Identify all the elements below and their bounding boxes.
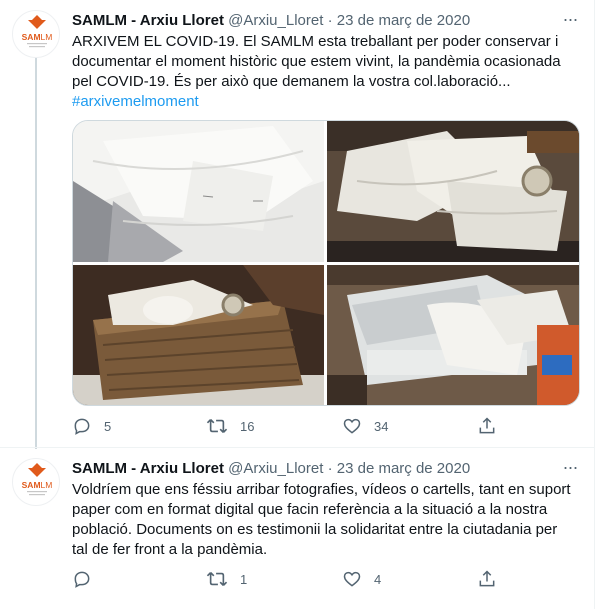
tweet[interactable]: SAMLM SAMLM - Arxiu Lloret @Arxiu_Lloret… bbox=[0, 0, 594, 447]
separator-dot: · bbox=[327, 460, 333, 477]
photo-masks-basket[interactable] bbox=[327, 121, 579, 262]
avatar[interactable]: SAMLM bbox=[12, 458, 60, 506]
share-icon bbox=[479, 570, 495, 587]
share-button[interactable] bbox=[477, 568, 497, 590]
share-icon bbox=[479, 417, 495, 434]
tweet-text-line: pel COVID-19. És per això que demanem la… bbox=[72, 73, 511, 90]
tweet-text-line: població. Documents on es testimonii la … bbox=[72, 521, 558, 538]
photo-wicker-basket[interactable] bbox=[73, 265, 324, 405]
author-name[interactable]: SAMLM - Arxiu Lloret bbox=[72, 12, 224, 29]
tweet-text-line: paper com en format digital que facin re… bbox=[72, 501, 548, 518]
tweet-actions: 5 16 34 bbox=[72, 415, 512, 437]
samlm-logo: SAMLM bbox=[22, 463, 53, 496]
hashtag-link[interactable]: #arxivemelmoment bbox=[72, 92, 577, 112]
retweet-icon bbox=[206, 572, 228, 586]
retweet-button[interactable]: 1 bbox=[206, 568, 247, 590]
tweet-date[interactable]: 23 de març de 2020 bbox=[337, 12, 470, 29]
tweet-text-line: Voldríem que ens féssiu arribar fotograf… bbox=[72, 481, 571, 498]
tweet-text-line: tal de fer front a la pandèmia. bbox=[72, 541, 268, 558]
retweet-count: 16 bbox=[240, 418, 255, 434]
samlm-logo: SAMLM bbox=[22, 15, 53, 48]
photo-fabric-closeup[interactable] bbox=[73, 121, 324, 262]
like-count: 4 bbox=[374, 571, 382, 587]
retweet-button[interactable]: 16 bbox=[206, 415, 254, 437]
like-icon bbox=[343, 418, 361, 434]
avatar[interactable]: SAMLM bbox=[12, 10, 60, 58]
reply-button[interactable] bbox=[72, 568, 104, 590]
svg-text:SAMLM: SAMLM bbox=[22, 32, 53, 42]
tweet[interactable]: SAMLM SAMLM - Arxiu Lloret @Arxiu_Lloret… bbox=[0, 448, 594, 609]
tweet-text-line: ARXIVEM EL COVID-19. El SAMLM esta treba… bbox=[72, 33, 559, 50]
reply-icon bbox=[74, 418, 90, 435]
author-name[interactable]: SAMLM - Arxiu Lloret bbox=[72, 460, 224, 477]
reply-button[interactable]: 5 bbox=[72, 415, 111, 437]
share-button[interactable] bbox=[477, 415, 497, 437]
like-button[interactable]: 4 bbox=[342, 568, 381, 590]
tweet-date[interactable]: 23 de març de 2020 bbox=[337, 460, 470, 477]
like-count: 34 bbox=[374, 418, 389, 434]
author-handle[interactable]: @Arxiu_Lloret bbox=[228, 12, 323, 29]
author-handle[interactable]: @Arxiu_Lloret bbox=[228, 460, 323, 477]
more-icon[interactable]: ··· bbox=[560, 458, 580, 481]
like-icon bbox=[343, 571, 361, 587]
tweet-media-grid[interactable] bbox=[72, 120, 580, 406]
more-icon[interactable]: ··· bbox=[560, 10, 580, 33]
tweet-text: ARXIVEM EL COVID-19. El SAMLM esta treba… bbox=[72, 32, 577, 112]
retweet-icon bbox=[206, 419, 228, 433]
tweet-header: SAMLM - Arxiu Lloret @Arxiu_Lloret · 23 … bbox=[72, 459, 470, 479]
tweet-text: Voldríem que ens féssiu arribar fotograf… bbox=[72, 480, 577, 560]
reply-count: 5 bbox=[104, 418, 112, 434]
tweet-header: SAMLM - Arxiu Lloret @Arxiu_Lloret · 23 … bbox=[72, 11, 470, 31]
separator-dot: · bbox=[327, 12, 333, 29]
photo-sewing-machine[interactable] bbox=[327, 265, 579, 405]
tweet-text-line: documentar el moment històric que estem … bbox=[72, 53, 561, 70]
like-button[interactable]: 34 bbox=[342, 415, 388, 437]
svg-text:SAMLM: SAMLM bbox=[22, 480, 53, 490]
tweet-actions: 1 4 bbox=[72, 568, 512, 590]
reply-icon bbox=[74, 571, 90, 588]
retweet-count: 1 bbox=[240, 571, 248, 587]
